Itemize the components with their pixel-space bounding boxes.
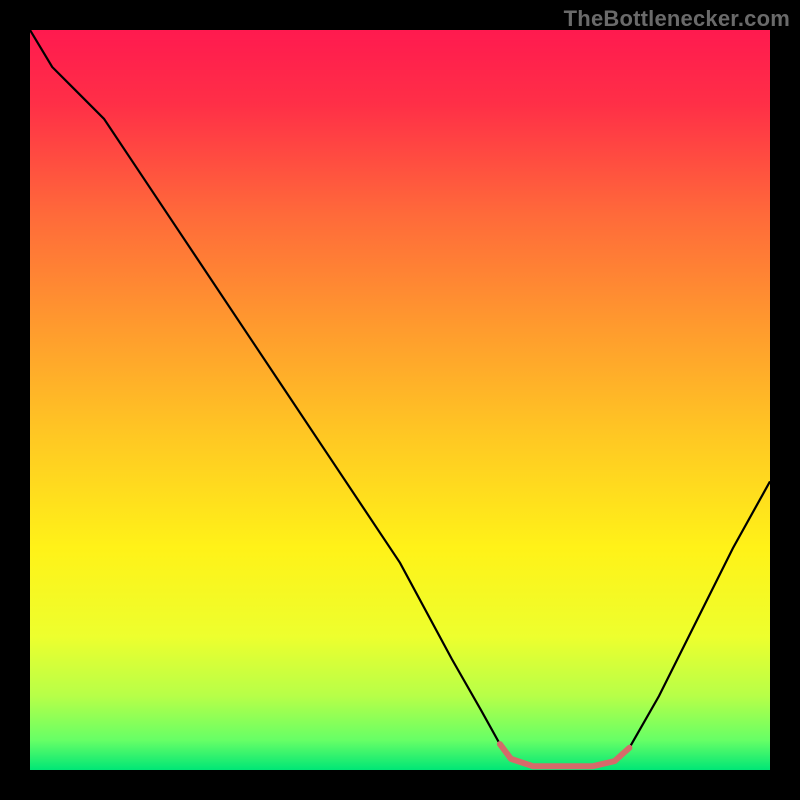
plot-area — [30, 30, 770, 770]
gradient-background — [30, 30, 770, 770]
chart-container: TheBottlenecker.com — [0, 0, 800, 800]
plot-svg — [30, 30, 770, 770]
watermark-text: TheBottlenecker.com — [564, 6, 790, 32]
